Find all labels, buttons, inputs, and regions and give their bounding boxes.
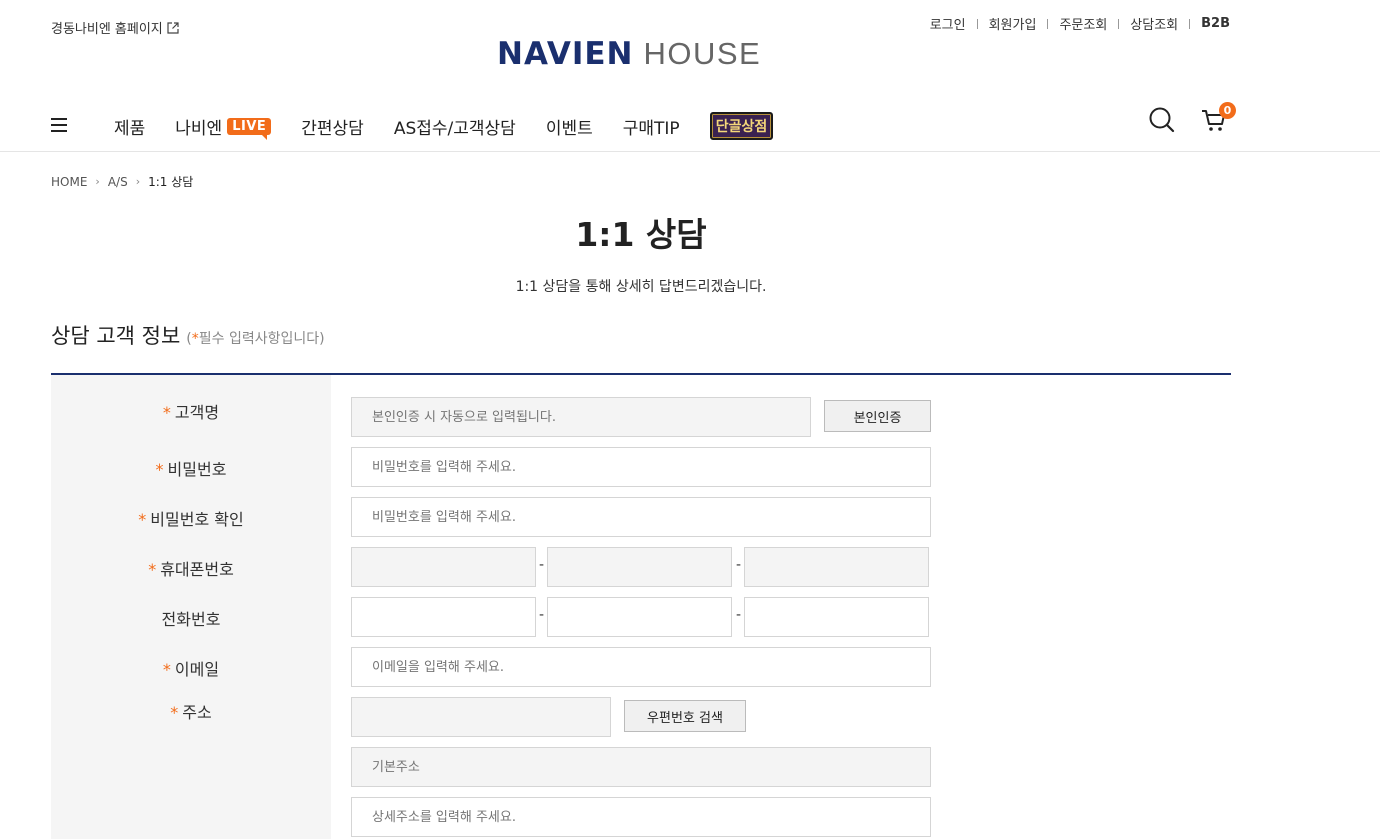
external-link-icon	[167, 21, 179, 34]
divider	[1047, 18, 1049, 29]
main-menu: 제품 나비엔 LIVE 간편상담 AS접수/고객상담 이벤트 구매TIP 단골상…	[114, 112, 774, 140]
dash: -	[736, 557, 742, 573]
search-icon[interactable]	[1148, 106, 1176, 134]
page-title: 1:1 상담	[575, 215, 707, 254]
mobile-part2-input[interactable]	[547, 547, 732, 587]
menu-regular-shop[interactable]: 단골상점	[709, 112, 774, 140]
login-link[interactable]: 로그인	[930, 14, 966, 33]
page-description: 1:1 상담을 통해 상세히 답변드리겠습니다.	[515, 279, 767, 295]
mobile-part3-input[interactable]	[744, 547, 929, 587]
label-email: * 이메일	[162, 660, 220, 679]
label-password: * 비밀번호	[155, 460, 227, 479]
dash: -	[736, 607, 742, 623]
logo-sub: HOUSE	[643, 36, 762, 71]
breadcrumb-as[interactable]: A/S	[108, 175, 128, 189]
chevron-right-icon: ›	[95, 175, 100, 188]
label-customer-name: * 고객명	[162, 403, 220, 422]
navien-homepage-link[interactable]: 경동나비엔 홈페이지	[51, 18, 179, 37]
divider	[1118, 18, 1120, 29]
breadcrumb-current: 1:1 상담	[148, 175, 194, 189]
logo-brand: NAVIEN	[497, 36, 634, 72]
global-nav: 제품 나비엔 LIVE 간편상담 AS접수/고객상담 이벤트 구매TIP 단골상…	[0, 102, 1380, 152]
navien-house-logo[interactable]: NAVIEN HOUSE	[497, 36, 762, 72]
phone-part1-input[interactable]	[351, 597, 536, 637]
consult-lookup-link[interactable]: 상담조회	[1130, 14, 1178, 33]
home-link-label: 경동나비엔 홈페이지	[51, 22, 163, 37]
chevron-right-icon: ›	[135, 175, 141, 188]
live-badge: LIVE	[227, 117, 272, 140]
menu-event[interactable]: 이벤트	[546, 114, 593, 139]
label-password-confirm: * 비밀번호 확인	[138, 510, 244, 529]
divider	[1189, 18, 1191, 29]
identity-verify-button[interactable]: 본인인증	[824, 400, 931, 432]
address-basic-input[interactable]	[351, 747, 931, 787]
section-title: 상담 고객 정보 (*필수 입력사항입니다)	[51, 320, 325, 350]
dash: -	[539, 557, 545, 573]
menu-navien-label: 나비엔	[175, 118, 223, 139]
label-phone: 전화번호	[161, 610, 221, 629]
cart-icon[interactable]: 0	[1200, 102, 1236, 134]
customer-name-input[interactable]	[351, 397, 811, 437]
signup-link[interactable]: 회원가입	[989, 14, 1037, 33]
mobile-part1-input[interactable]	[351, 547, 536, 587]
password-confirm-input[interactable]	[351, 497, 931, 537]
menu-navien[interactable]: 나비엔 LIVE	[175, 114, 272, 140]
hamburger-menu-icon[interactable]	[51, 118, 67, 132]
menu-buying-tip[interactable]: 구매TIP	[623, 114, 680, 139]
breadcrumb: HOME › A/S › 1:1 상담	[51, 173, 193, 190]
utility-nav: 로그인 회원가입 주문조회 상담조회 B2B	[930, 14, 1230, 33]
label-address: * 주소	[170, 703, 212, 722]
order-lookup-link[interactable]: 주문조회	[1059, 14, 1107, 33]
dash: -	[539, 607, 545, 623]
address-detail-input[interactable]	[351, 797, 931, 837]
menu-products[interactable]: 제품	[114, 114, 145, 139]
required-note: (*필수 입력사항입니다)	[186, 331, 325, 347]
customer-info-form: *고객명 본인인증 *비밀번호 *비밀번호 확인 *휴대폰번호 - - 전화번호…	[51, 373, 1231, 839]
cart-count-badge: 0	[1219, 102, 1236, 119]
b2b-link[interactable]: B2B	[1201, 16, 1230, 31]
zipcode-search-button[interactable]: 우편번호 검색	[624, 700, 746, 732]
password-input[interactable]	[351, 447, 931, 487]
menu-as-support[interactable]: AS접수/고객상담	[394, 114, 516, 139]
zipcode-input[interactable]	[351, 697, 611, 737]
breadcrumb-home[interactable]: HOME	[51, 175, 87, 189]
phone-part3-input[interactable]	[744, 597, 929, 637]
divider	[976, 18, 978, 29]
label-mobile: * 휴대폰번호	[148, 560, 234, 579]
email-input[interactable]	[351, 647, 931, 687]
section-title-text: 상담 고객 정보	[51, 324, 181, 348]
menu-quick-consult[interactable]: 간편상담	[301, 114, 364, 139]
gnb-icons: 0	[1148, 102, 1236, 134]
phone-part2-input[interactable]	[547, 597, 732, 637]
